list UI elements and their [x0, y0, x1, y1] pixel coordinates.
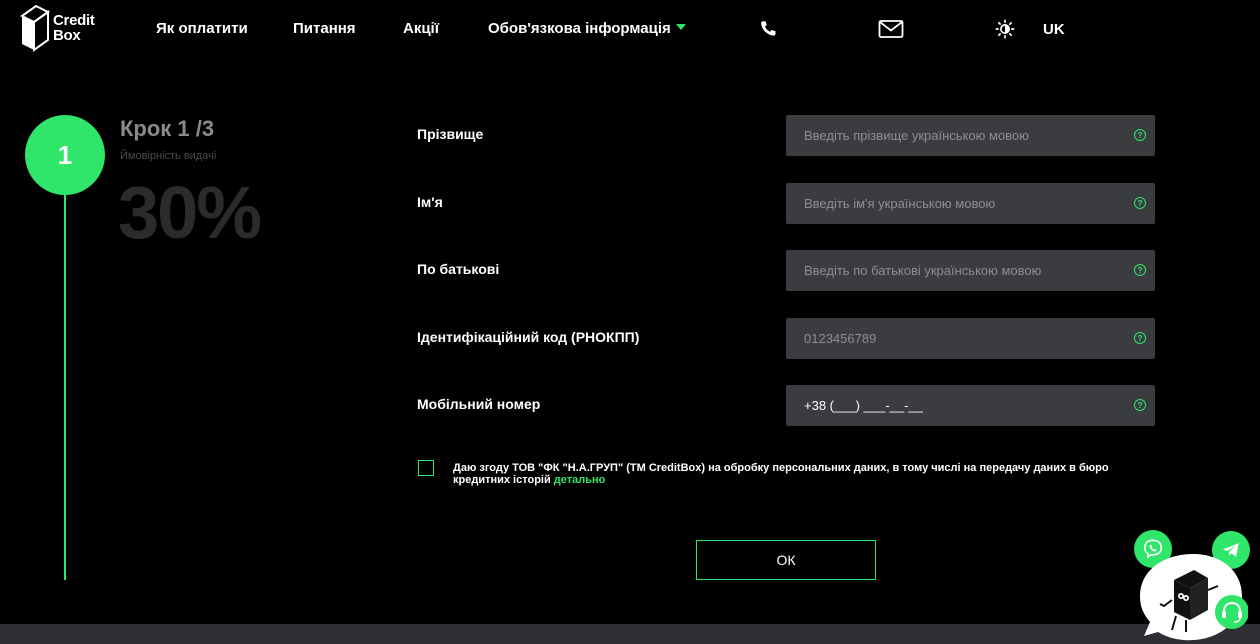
- help-icon[interactable]: ?: [1134, 264, 1146, 276]
- tax-id-label: Ідентифікаційний код (РНОКПП): [417, 329, 640, 345]
- consent-details-link[interactable]: детально: [554, 474, 606, 486]
- help-icon[interactable]: ?: [1134, 399, 1146, 411]
- chat-mascot-widget[interactable]: [1138, 550, 1248, 644]
- logo-line-2: Box: [53, 27, 81, 44]
- help-icon[interactable]: ?: [1134, 197, 1146, 209]
- name-input[interactable]: [786, 183, 1155, 224]
- approval-probability-label: Ймовірність видачі: [120, 150, 217, 162]
- nav-promotions[interactable]: Акції: [403, 20, 439, 37]
- nav-mandatory-info-label: Обов'язкова інформація: [488, 20, 671, 37]
- theme-sun-icon[interactable]: [993, 18, 1017, 40]
- mail-icon[interactable]: [878, 18, 904, 40]
- help-icon[interactable]: ?: [1134, 129, 1146, 141]
- language-switch[interactable]: UK: [1043, 21, 1065, 38]
- patronymic-label: По батькові: [417, 261, 500, 277]
- logo-text: Credit Box: [53, 13, 95, 43]
- step-title: Крок 1 /3: [120, 116, 215, 141]
- surname-label: Прізвище: [417, 126, 484, 142]
- step-number-circle: 1: [25, 115, 105, 195]
- chevron-down-icon: [675, 24, 686, 31]
- consent-text: Даю згоду ТОВ "ФК "Н.А.ГРУП" (ТМ CreditB…: [453, 462, 1123, 486]
- consent-checkbox[interactable]: [418, 460, 434, 476]
- nav-questions[interactable]: Питання: [293, 20, 356, 37]
- help-icon[interactable]: ?: [1134, 332, 1146, 344]
- name-label: Ім'я: [417, 194, 443, 210]
- logo[interactable]: Credit Box: [20, 2, 120, 54]
- phone-input[interactable]: [786, 385, 1155, 426]
- phone-label: Мобільний номер: [417, 396, 541, 412]
- logo-line-1: Credit: [53, 12, 95, 29]
- tax-id-input[interactable]: [786, 318, 1155, 359]
- surname-input[interactable]: [786, 115, 1155, 156]
- patronymic-input[interactable]: [786, 250, 1155, 291]
- nav-how-to-pay[interactable]: Як оплатити: [156, 20, 248, 37]
- nav-mandatory-info[interactable]: Обов'язкова інформація: [488, 20, 686, 37]
- footer-bar: [0, 624, 1260, 644]
- approval-probability-value: 30%: [118, 171, 262, 254]
- submit-button[interactable]: ОК: [696, 540, 876, 580]
- consent-text-body: Даю згоду ТОВ "ФК "Н.А.ГРУП" (ТМ CreditB…: [453, 462, 1109, 486]
- phone-icon[interactable]: [756, 18, 780, 40]
- header: Credit Box Як оплатити Питання Акції Обо…: [0, 0, 1260, 60]
- creditbox-logo-icon: [20, 4, 50, 52]
- step-progress-line: [64, 180, 66, 580]
